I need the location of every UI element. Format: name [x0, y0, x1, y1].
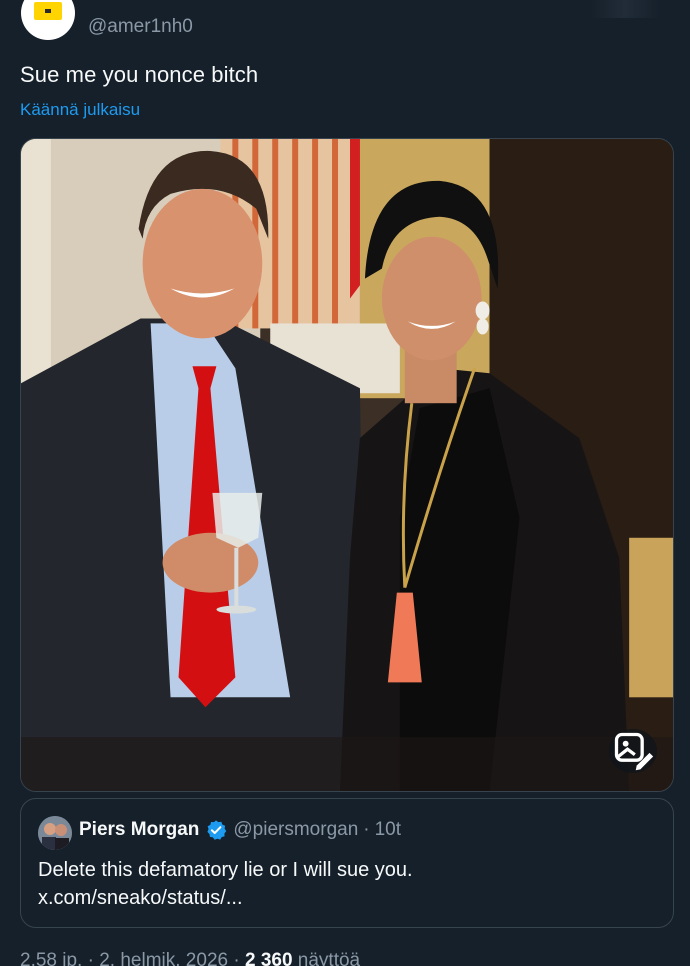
views-count: 2 360 — [244, 950, 293, 966]
verified-badge-icon — [205, 819, 227, 841]
views-label: näyttöä — [297, 950, 361, 966]
quoted-tweet[interactable]: Piers Morgan @piersmorgan · 10t Delete t… — [20, 798, 674, 928]
tweet-detail: @amer1nh0 Sue me you nonce bitch Käännä … — [0, 0, 690, 966]
photo-illustration — [21, 139, 673, 791]
separator-dot: · — [87, 950, 94, 966]
tweet-date[interactable]: 2. helmik. 2026 — [99, 950, 228, 966]
tweet-time[interactable]: 2.58 ip. — [20, 950, 82, 966]
image-edit-icon — [614, 732, 654, 771]
quoted-link[interactable]: x.com/sneako/status/... — [38, 884, 413, 912]
tweet-meta-row: 2.58 ip. · 2. helmik. 2026 · 2 360 näytt… — [20, 950, 360, 966]
quoted-tweet-time[interactable]: 10t — [375, 819, 401, 841]
tweet-photo[interactable] — [20, 138, 674, 792]
author-handle[interactable]: @amer1nh0 — [88, 16, 193, 38]
avatar-logo — [34, 2, 62, 20]
separator-dot: · — [233, 950, 240, 966]
separator-dot: · — [363, 819, 370, 840]
quoted-text-line: Delete this defamatory lie or I will sue… — [38, 859, 413, 881]
quoted-author-avatar[interactable] — [38, 816, 72, 850]
tweet-text: Sue me you nonce bitch — [20, 62, 259, 87]
top-edge-shadow — [590, 0, 660, 18]
quoted-author-handle[interactable]: @piersmorgan — [233, 819, 358, 841]
image-edit-button[interactable] — [609, 729, 657, 773]
avatar-photo — [38, 816, 72, 850]
author-avatar[interactable] — [21, 0, 75, 40]
quoted-author-name[interactable]: Piers Morgan — [79, 819, 199, 841]
translate-post-link[interactable]: Käännä julkaisu — [20, 100, 140, 120]
quoted-tweet-header: Piers Morgan @piersmorgan · 10t — [79, 819, 401, 841]
quoted-tweet-text: Delete this defamatory lie or I will sue… — [38, 856, 413, 912]
